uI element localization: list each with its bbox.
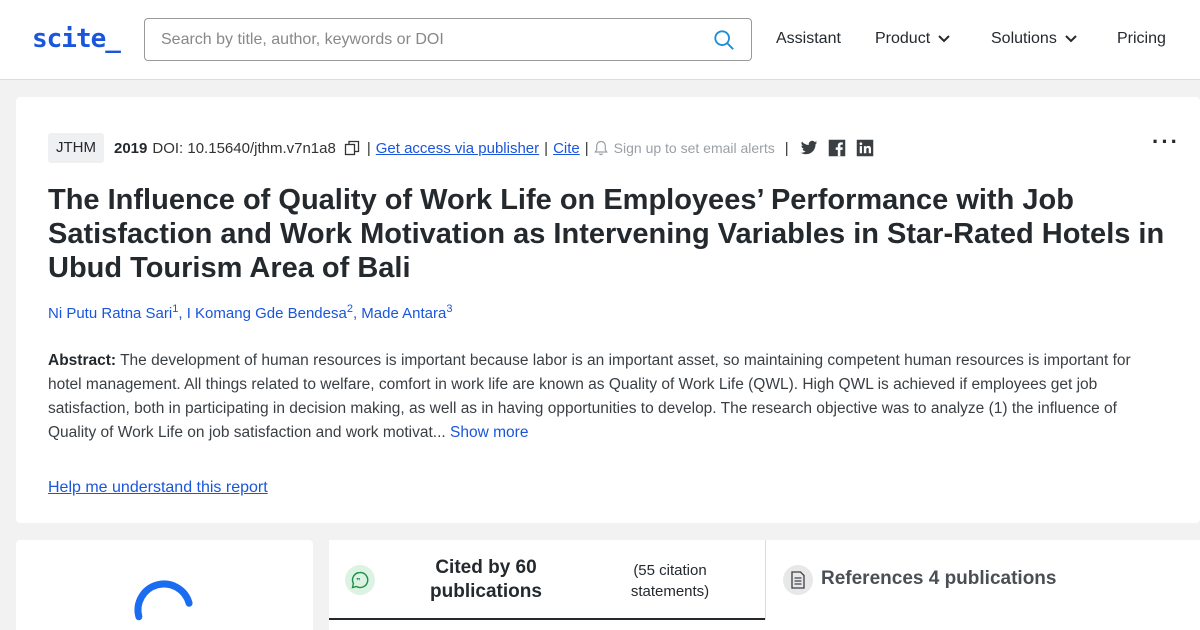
author-link[interactable]: I Komang Gde Bendesa xyxy=(187,305,347,322)
linkedin-icon[interactable] xyxy=(856,139,874,157)
separator: | xyxy=(584,139,589,157)
facebook-icon[interactable] xyxy=(828,139,846,157)
search-input[interactable] xyxy=(161,29,701,51)
abstract-label: Abstract: xyxy=(48,352,117,369)
paper-card: JTHM 2019 DOI: 10.15640/jthm.v7n1a8 | Ge… xyxy=(16,97,1200,523)
social-share xyxy=(800,139,874,157)
nav-pricing[interactable]: Pricing xyxy=(1117,30,1166,48)
citation-tabs: ❞ Cited by 60 publications (55 citation … xyxy=(329,540,1200,630)
chevron-down-icon xyxy=(938,35,950,43)
nav-solutions-label: Solutions xyxy=(991,30,1057,47)
nav-product-label: Product xyxy=(875,30,931,47)
loading-spinner-icon xyxy=(134,580,193,621)
search-icon[interactable] xyxy=(713,29,735,51)
separator: | xyxy=(366,139,371,157)
nav-assistant[interactable]: Assistant xyxy=(776,30,841,48)
smart-citations-panel xyxy=(16,540,313,630)
search-box[interactable] xyxy=(144,18,752,61)
tab-cited-by[interactable]: ❞ Cited by 60 publications (55 citation … xyxy=(329,540,765,620)
author-link[interactable]: Ni Putu Ratna Sari xyxy=(48,305,172,322)
twitter-icon[interactable] xyxy=(800,139,818,157)
author-link[interactable]: Made Antara xyxy=(361,305,446,322)
chevron-down-icon xyxy=(1065,35,1077,43)
references-icon xyxy=(783,565,813,595)
separator: | xyxy=(544,139,549,157)
author-list: Ni Putu Ratna Sari1, I Komang Gde Bendes… xyxy=(48,303,453,322)
more-options-button[interactable]: ··· xyxy=(1152,129,1180,155)
scite-logo[interactable]: scite_ xyxy=(32,24,121,54)
abstract: Abstract: The development of human resou… xyxy=(48,349,1158,445)
paper-title: The Influence of Quality of Work Life on… xyxy=(48,184,1165,284)
tab-references[interactable]: References 4 publications xyxy=(821,568,1056,590)
abstract-text: The development of human resources is im… xyxy=(48,352,1131,441)
nav-assistant-label: Assistant xyxy=(776,30,841,47)
cite-link[interactable]: Cite xyxy=(553,140,580,157)
email-alerts-link[interactable]: Sign up to set email alerts xyxy=(614,140,775,156)
citation-statements-icon: ❞ xyxy=(345,565,375,595)
journal-badge[interactable]: JTHM xyxy=(48,133,104,163)
citation-statements-count: (55 citation statements) xyxy=(630,562,710,600)
separator: | xyxy=(784,139,789,157)
get-access-link[interactable]: Get access via publisher xyxy=(376,140,539,157)
show-more-link[interactable]: Show more xyxy=(450,424,528,441)
doi-text: DOI: 10.15640/jthm.v7n1a8 xyxy=(152,139,336,157)
publication-year: 2019 xyxy=(114,139,148,157)
cited-by-count: Cited by 60 publications xyxy=(430,557,542,602)
author-affiliation-number: 1 xyxy=(172,303,179,315)
top-navigation-bar: scite_ Assistant Product Solutions Prici… xyxy=(0,0,1200,80)
help-understand-link[interactable]: Help me understand this report xyxy=(48,479,268,497)
author-affiliation-number: 3 xyxy=(446,303,453,315)
paper-meta-row: JTHM 2019 DOI: 10.15640/jthm.v7n1a8 | Ge… xyxy=(48,133,874,163)
bell-icon xyxy=(593,140,608,156)
copy-icon[interactable] xyxy=(344,140,360,156)
nav-solutions[interactable]: Solutions xyxy=(991,30,1077,48)
svg-text:❞: ❞ xyxy=(356,577,360,585)
nav-product[interactable]: Product xyxy=(875,30,950,48)
author-affiliation-number: 2 xyxy=(346,303,353,315)
nav-pricing-label: Pricing xyxy=(1117,30,1166,47)
tab-divider xyxy=(765,540,766,620)
